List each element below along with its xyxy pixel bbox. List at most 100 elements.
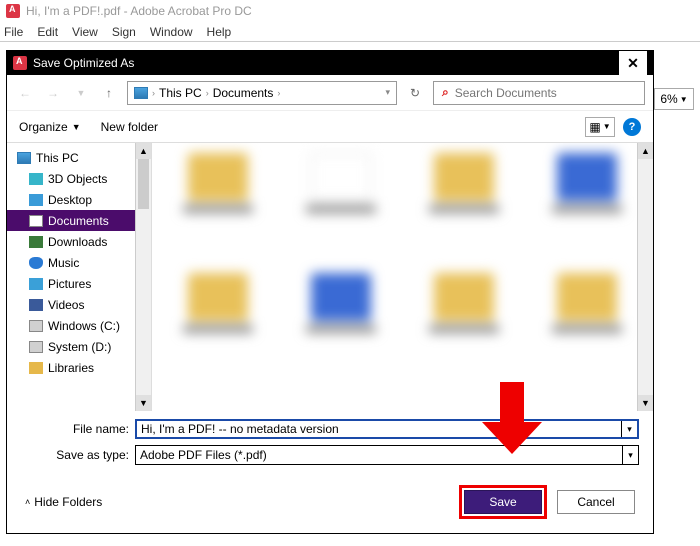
help-button[interactable]: ? [623, 118, 641, 136]
dl-icon [29, 236, 43, 248]
tree-item-label: Libraries [48, 361, 94, 375]
save-dialog: Save Optimized As ✕ ← → ▼ ↑ › This PC › … [6, 50, 654, 534]
chevron-up-icon: ˄ [25, 497, 30, 507]
tree-item-libraries[interactable]: Libraries [7, 357, 151, 378]
menu-help[interactable]: Help [207, 25, 232, 39]
organize-menu[interactable]: Organize ▼ [19, 120, 81, 134]
file-name-label: File name: [47, 422, 129, 436]
scroll-down-icon[interactable]: ▼ [136, 395, 151, 411]
scroll-down-icon[interactable]: ▼ [638, 395, 653, 411]
tree-item-downloads[interactable]: Downloads [7, 231, 151, 252]
pic-icon [29, 278, 43, 290]
dialog-titlebar: Save Optimized As ✕ [7, 51, 653, 75]
tree-item-this-pc[interactable]: This PC [7, 147, 151, 168]
search-input[interactable] [455, 86, 636, 100]
tree-item-label: System (D:) [48, 340, 111, 354]
tree-item-label: Downloads [48, 235, 107, 249]
save-type-value[interactable] [136, 448, 622, 462]
scroll-up-icon[interactable]: ▲ [638, 143, 653, 159]
save-type-field[interactable]: ▾ [135, 445, 639, 465]
chevron-right-icon: › [152, 88, 155, 98]
dialog-footer: ˄ Hide Folders Save Cancel [7, 475, 653, 533]
tree-item-3d-objects[interactable]: 3D Objects [7, 168, 151, 189]
tree-item-label: Desktop [48, 193, 92, 207]
chevron-right-icon: › [206, 88, 209, 98]
menu-file[interactable]: File [4, 25, 23, 39]
view-mode-button[interactable]: ▦ ▼ [585, 117, 615, 137]
save-type-dropdown[interactable]: ▾ [622, 446, 638, 464]
organize-label: Organize [19, 120, 68, 134]
file-pane[interactable]: ▲ ▼ [152, 143, 653, 411]
cancel-button[interactable]: Cancel [557, 490, 635, 514]
thumbnails-icon: ▦ [589, 120, 600, 134]
acrobat-icon [6, 4, 20, 18]
music-icon [29, 257, 43, 269]
search-box[interactable]: ⌕ [433, 81, 645, 105]
file-name-field[interactable]: ▾ [135, 419, 639, 439]
file-name-dropdown[interactable]: ▾ [621, 421, 637, 437]
scroll-thumb[interactable] [138, 159, 149, 209]
nav-row: ← → ▼ ↑ › This PC › Documents › ▾ ↻ ⌕ [7, 75, 653, 111]
toolbar-row: Organize ▼ New folder ▦ ▼ ? [7, 111, 653, 143]
pc-icon [134, 87, 148, 99]
breadcrumb[interactable]: › This PC › Documents › ▾ [127, 81, 397, 105]
breadcrumb-folder[interactable]: Documents [213, 86, 274, 100]
up-button[interactable]: ↑ [99, 83, 119, 103]
drive-icon [29, 320, 43, 332]
app-title: Hi, I'm a PDF!.pdf - Adobe Acrobat Pro D… [26, 4, 252, 18]
doc-icon [29, 215, 43, 227]
vid-icon [29, 299, 43, 311]
pc-icon [17, 152, 31, 164]
hide-folders-button[interactable]: ˄ Hide Folders [25, 495, 102, 509]
tree-item-system-d-[interactable]: System (D:) [7, 336, 151, 357]
chevron-down-icon[interactable]: ▾ [385, 87, 390, 98]
tree-item-label: Pictures [48, 277, 91, 291]
chevron-down-icon: ▼ [603, 122, 611, 131]
back-button[interactable]: ← [15, 83, 35, 103]
file-name-input[interactable] [137, 422, 621, 436]
dialog-title: Save Optimized As [33, 56, 134, 70]
menu-view[interactable]: View [72, 25, 98, 39]
app-titlebar: Hi, I'm a PDF!.pdf - Adobe Acrobat Pro D… [0, 0, 700, 22]
tree-item-videos[interactable]: Videos [7, 294, 151, 315]
search-icon: ⌕ [442, 85, 449, 100]
thumbnail-grid [152, 143, 653, 411]
forward-button[interactable]: → [43, 83, 63, 103]
chevron-down-icon: ▼ [72, 122, 81, 132]
breadcrumb-root[interactable]: This PC [159, 86, 202, 100]
lib-icon [29, 362, 43, 374]
annotation-highlight: Save [459, 485, 547, 519]
hide-folders-label: Hide Folders [34, 495, 102, 509]
tree-item-label: Windows (C:) [48, 319, 120, 333]
tree-item-documents[interactable]: Documents [7, 210, 151, 231]
tree-item-windows-c-[interactable]: Windows (C:) [7, 315, 151, 336]
tree-item-desktop[interactable]: Desktop [7, 189, 151, 210]
menu-window[interactable]: Window [150, 25, 193, 39]
menubar: File Edit View Sign Window Help [0, 22, 700, 42]
tree-item-label: Music [48, 256, 79, 270]
tree-scrollbar[interactable]: ▲ ▼ [135, 143, 151, 411]
tree-item-label: This PC [36, 151, 79, 165]
tree-item-label: Documents [48, 214, 109, 228]
refresh-button[interactable]: ↻ [405, 83, 425, 103]
chevron-right-icon: › [277, 88, 280, 98]
form-area: File name: ▾ Save as type: ▾ [7, 411, 653, 475]
3d-icon [29, 173, 43, 185]
acrobat-icon [13, 56, 27, 70]
zoom-dropdown[interactable]: 6% ▼ [654, 88, 694, 110]
save-button[interactable]: Save [464, 490, 542, 514]
recent-chevron[interactable]: ▼ [71, 83, 91, 103]
chevron-down-icon: ▼ [680, 95, 688, 104]
menu-edit[interactable]: Edit [37, 25, 58, 39]
menu-sign[interactable]: Sign [112, 25, 136, 39]
desk-icon [29, 194, 43, 206]
close-button[interactable]: ✕ [619, 51, 647, 75]
scroll-up-icon[interactable]: ▲ [136, 143, 151, 159]
new-folder-button[interactable]: New folder [101, 120, 158, 134]
content-scrollbar[interactable]: ▲ ▼ [637, 143, 653, 411]
drive-icon [29, 341, 43, 353]
tree-item-music[interactable]: Music [7, 252, 151, 273]
tree-item-pictures[interactable]: Pictures [7, 273, 151, 294]
dialog-body: This PC 3D Objects Desktop Documents Downloa… [7, 143, 653, 411]
zoom-value: 6% [660, 92, 677, 106]
